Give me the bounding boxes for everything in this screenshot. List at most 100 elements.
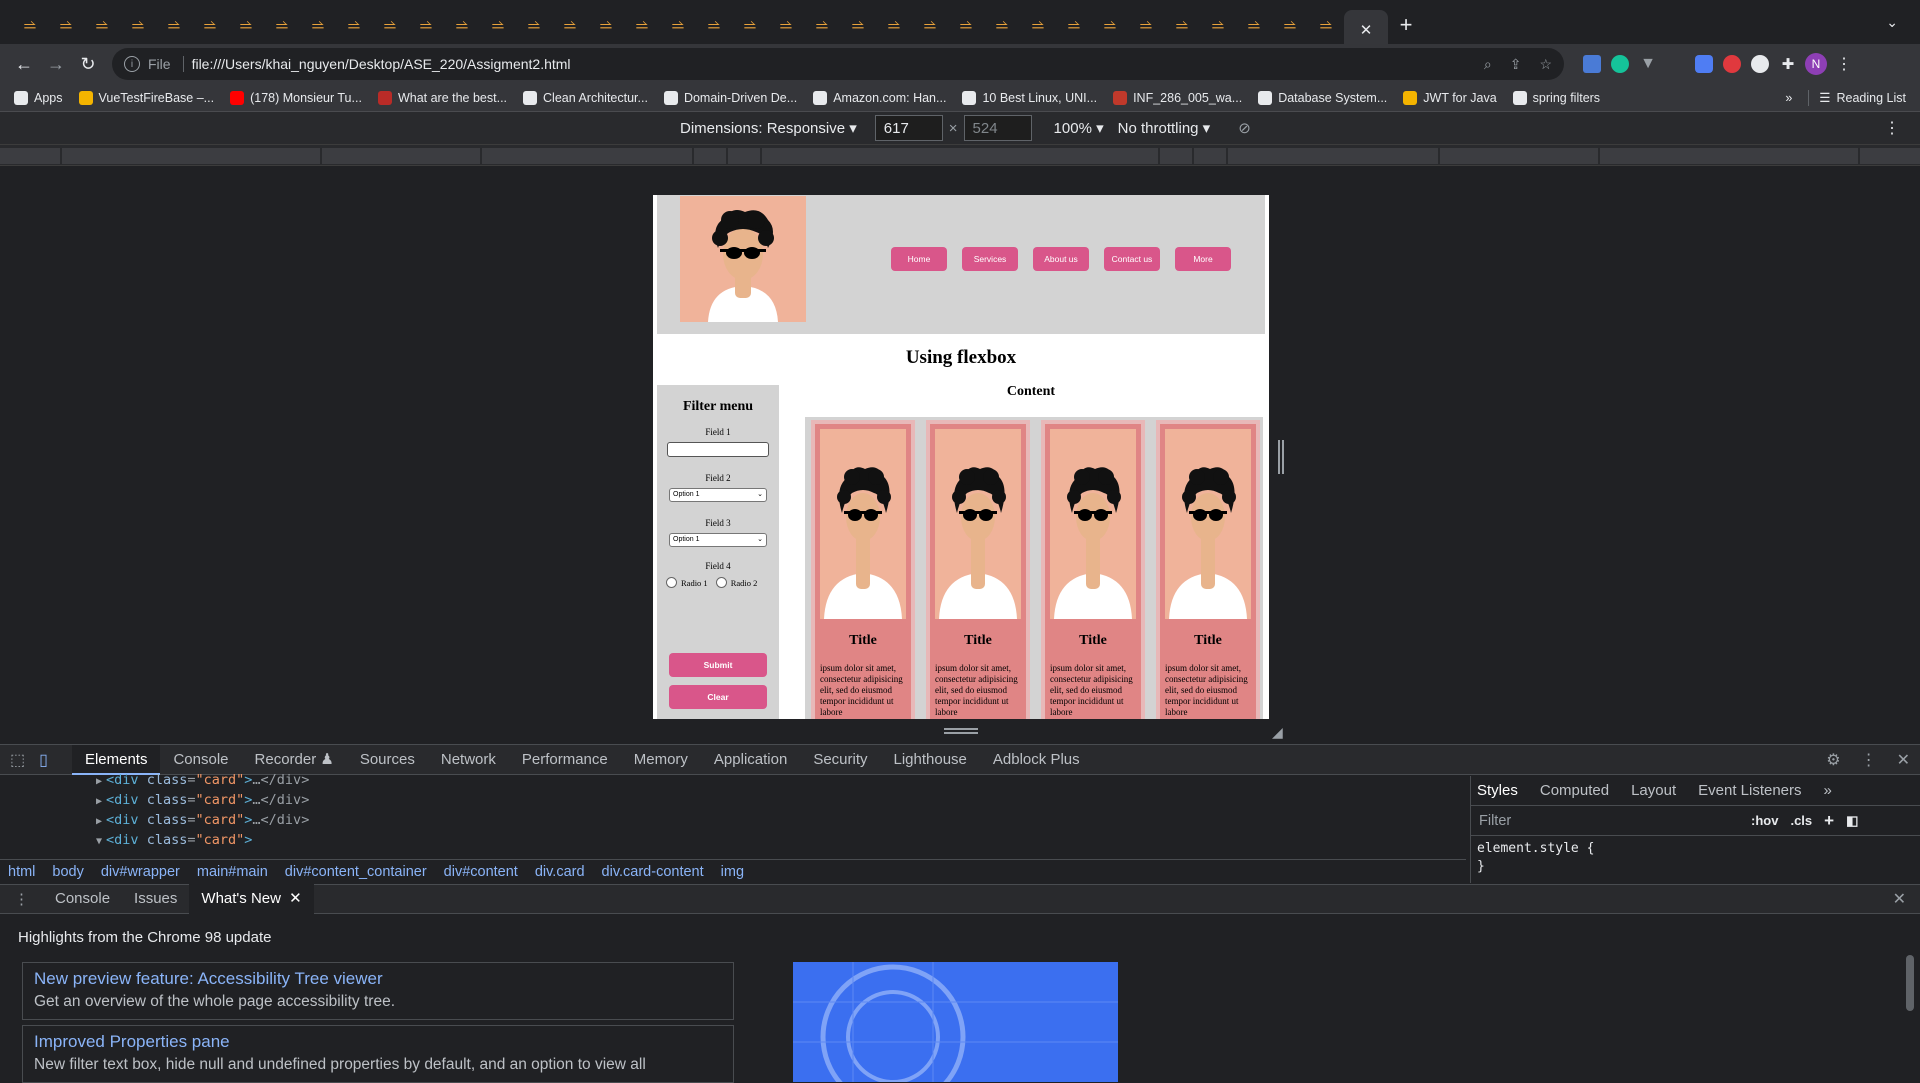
inspect-element-icon[interactable]: ⬚ — [10, 750, 25, 770]
bookmark-item[interactable]: INF_286_005_wa... — [1113, 90, 1242, 105]
bookmark-item[interactable]: JWT for Java — [1403, 90, 1497, 105]
expand-triangle-icon[interactable]: ▼ — [96, 836, 102, 847]
whats-new-video-thumbnail[interactable] — [793, 962, 1118, 1082]
breadcrumb-item[interactable]: div.card-content — [602, 864, 704, 880]
devtools-menu-icon[interactable]: ⋮ — [1861, 750, 1877, 770]
tab-search-chevron-icon[interactable]: ⌄ — [1886, 14, 1898, 31]
bookmark-item[interactable]: Clean Architectur... — [523, 90, 648, 105]
browser-tab[interactable]: ⥬ — [228, 7, 264, 43]
rotate-icon[interactable]: ⊘ — [1238, 119, 1251, 137]
breadcrumb-item[interactable]: html — [8, 864, 35, 880]
breadcrumb-item[interactable]: img — [721, 864, 744, 880]
field1-input[interactable] — [667, 442, 769, 457]
share-icon[interactable]: ⇪ — [1510, 56, 1522, 73]
breadcrumb-item[interactable]: div.card — [535, 864, 585, 880]
browser-tab[interactable]: ⥬ — [372, 7, 408, 43]
bookmark-star-icon[interactable]: ☆ — [1539, 56, 1552, 73]
browser-tab[interactable]: ⥬ — [120, 7, 156, 43]
browser-tab[interactable]: ⥬ — [480, 7, 516, 43]
elements-tree[interactable]: ▶ <div class="card">…</div> ▶ <div class="c… — [0, 772, 1468, 862]
expand-triangle-icon[interactable]: ▶ — [96, 816, 102, 827]
browser-tab[interactable]: ⥬ — [804, 7, 840, 43]
dom-node-line[interactable]: ▶ <div class="card">…</div> — [96, 810, 1468, 830]
device-toolbar-menu-icon[interactable]: ⋮ — [1884, 118, 1900, 138]
nav-home-button[interactable]: Home — [891, 247, 947, 271]
breadcrumb-item[interactable]: div#content — [444, 864, 518, 880]
browser-tab[interactable]: ⥬ — [192, 7, 228, 43]
bookmark-item[interactable]: Database System... — [1258, 90, 1387, 105]
browser-tab[interactable]: ⥬ — [1308, 7, 1344, 43]
drawer-menu-icon[interactable]: ⋮ — [0, 890, 43, 908]
browser-menu-icon[interactable]: ⋮ — [1830, 50, 1858, 78]
breadcrumb-item[interactable]: div#content_container — [285, 864, 427, 880]
extensions-puzzle-icon[interactable]: ✚ — [1774, 50, 1802, 78]
browser-tab[interactable]: ⥬ — [12, 7, 48, 43]
submit-button[interactable]: Submit — [669, 653, 767, 677]
github-extension-icon[interactable] — [1746, 50, 1774, 78]
styles-pane-tab[interactable]: Layout — [1631, 782, 1676, 799]
devtools-close-icon[interactable]: ✕ — [1897, 750, 1910, 770]
browser-tab[interactable]: ⥬ — [156, 7, 192, 43]
back-button[interactable]: ← — [8, 48, 40, 80]
cls-toggle[interactable]: .cls — [1790, 813, 1812, 828]
news-card-properties[interactable]: Improved Properties pane New filter text… — [22, 1025, 734, 1083]
browser-tab[interactable]: ⥬ — [588, 7, 624, 43]
address-bar[interactable]: i File file:///Users/khai_nguyen/Desktop… — [112, 48, 1564, 80]
devtools-settings-icon[interactable]: ⚙ — [1826, 750, 1840, 770]
new-style-rule-icon[interactable]: + — [1824, 811, 1834, 831]
browser-tab[interactable]: ⥬ — [1092, 7, 1128, 43]
reading-list-button[interactable]: Reading List — [1837, 91, 1907, 105]
browser-tab[interactable]: ⥬ — [1164, 7, 1200, 43]
styles-pane-tab[interactable]: Event Listeners — [1698, 782, 1801, 799]
styles-pane-tab[interactable]: Computed — [1540, 782, 1609, 799]
browser-tab[interactable]: ⥬ — [408, 7, 444, 43]
styles-filter-input[interactable]: Filter — [1479, 813, 1739, 829]
dom-node-line[interactable]: ▼ <div class="card"> — [96, 830, 1468, 850]
close-tab-icon[interactable]: ✕ — [1360, 21, 1373, 39]
hov-toggle[interactable]: :hov — [1751, 813, 1778, 828]
news-title[interactable]: Improved Properties pane — [34, 1032, 722, 1052]
nav-about-button[interactable]: About us — [1033, 247, 1089, 271]
bookmark-apps[interactable]: Apps — [14, 90, 63, 105]
bookmark-item[interactable]: VueTestFireBase –... — [78, 90, 214, 105]
toggle-sidebar-icon[interactable]: ◧ — [1846, 813, 1858, 829]
browser-tab[interactable]: ⥬ — [1056, 7, 1092, 43]
browser-tab[interactable]: ⥬ — [1200, 7, 1236, 43]
dom-node-line[interactable]: ▶ <div class="card">…</div> — [96, 790, 1468, 810]
bookmark-item[interactable]: spring filters — [1512, 90, 1600, 105]
throttling-dropdown[interactable]: No throttling ▾ — [1118, 119, 1211, 137]
browser-tab[interactable]: ⥬ — [552, 7, 588, 43]
dimensions-dropdown[interactable]: Dimensions: Responsive ▾ — [680, 119, 857, 137]
browser-tab[interactable]: ⥬ — [84, 7, 120, 43]
breadcrumb-item[interactable]: div#wrapper — [101, 864, 180, 880]
styles-pane-tab[interactable]: » — [1824, 782, 1832, 799]
height-input[interactable] — [963, 115, 1032, 141]
close-tab-icon[interactable]: ✕ — [289, 890, 302, 907]
browser-tab[interactable]: ⥬ — [516, 7, 552, 43]
browser-tab[interactable]: ⥬ — [48, 7, 84, 43]
dom-node-line[interactable]: ▶ <div class="card">…</div> — [96, 770, 1468, 790]
bookmark-item[interactable]: Domain-Driven De... — [663, 90, 797, 105]
breadcrumb-item[interactable]: main#main — [197, 864, 268, 880]
styles-pane-tab[interactable]: Styles — [1477, 782, 1518, 799]
radio2-button[interactable] — [715, 577, 727, 588]
zoom-dropdown[interactable]: 100% ▾ — [1054, 119, 1104, 137]
width-input[interactable] — [874, 115, 943, 141]
vue-extension-icon[interactable]: ▼ — [1634, 50, 1662, 78]
browser-tab[interactable]: ⥬ — [300, 7, 336, 43]
browser-tab[interactable]: ⥬ — [264, 7, 300, 43]
screen-capture-extension-icon[interactable] — [1690, 50, 1718, 78]
info-icon[interactable]: i — [124, 56, 140, 72]
browser-tab[interactable]: ⥬ — [948, 7, 984, 43]
browser-tab[interactable]: ⥬ — [1020, 7, 1056, 43]
nav-services-button[interactable]: Services — [962, 247, 1018, 271]
expand-triangle-icon[interactable]: ▶ — [96, 796, 102, 807]
browser-tab[interactable]: ⥬ — [1128, 7, 1164, 43]
news-title[interactable]: New preview feature: Accessibility Tree … — [34, 969, 722, 989]
breadcrumb-item[interactable]: body — [52, 864, 83, 880]
expand-triangle-icon[interactable]: ▶ — [96, 776, 102, 787]
browser-tab[interactable]: ⥬ — [336, 7, 372, 43]
browser-tab[interactable]: ⥬ — [624, 7, 660, 43]
viewport-width-resize-handle[interactable] — [1278, 440, 1284, 474]
device-toggle-icon[interactable]: ▯ — [39, 750, 48, 770]
